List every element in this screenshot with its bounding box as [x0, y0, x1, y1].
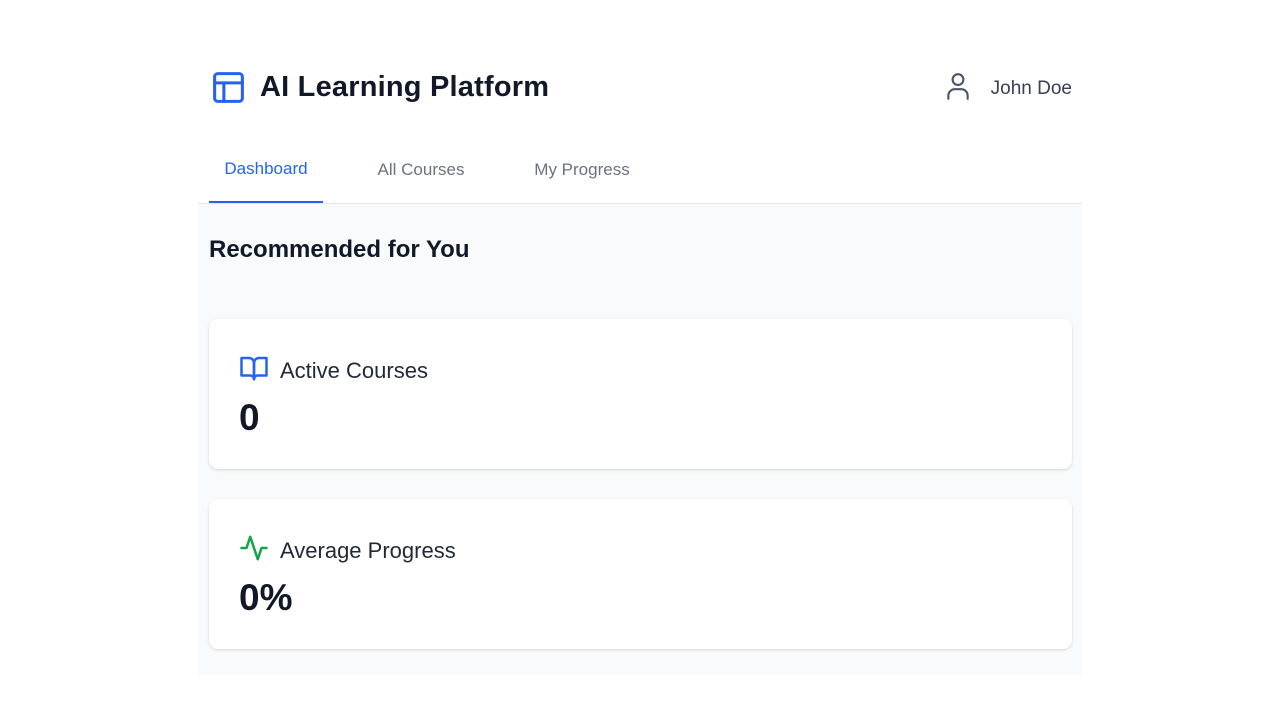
header: AI Learning Platform John Doe — [198, 0, 1082, 140]
brand[interactable]: AI Learning Platform — [210, 68, 549, 106]
tab-dashboard[interactable]: Dashboard — [209, 140, 323, 203]
section-title: Recommended for You — [209, 236, 470, 263]
app-title: AI Learning Platform — [260, 71, 550, 103]
main-content: Recommended for You Active Courses 0 Ave… — [198, 204, 1082, 675]
tab-bar: Dashboard All Courses My Progress — [198, 140, 1082, 204]
user-menu[interactable]: John Doe — [945, 71, 1072, 106]
activity-icon — [239, 533, 269, 568]
stat-value: 0 — [239, 397, 260, 438]
book-open-icon — [239, 353, 269, 388]
stat-card-active-courses: Active Courses 0 — [209, 319, 1072, 469]
stat-card-header: Active Courses — [239, 353, 428, 388]
stat-card-header: Average Progress — [239, 533, 456, 568]
layout-icon — [210, 69, 247, 106]
tab-all-courses[interactable]: All Courses — [368, 140, 474, 203]
app-container: AI Learning Platform John Doe Dashboard … — [198, 0, 1082, 675]
user-name: John Doe — [990, 77, 1072, 99]
user-icon — [945, 71, 971, 106]
stat-card-average-progress: Average Progress 0% — [209, 499, 1072, 649]
tab-my-progress[interactable]: My Progress — [524, 140, 640, 203]
stat-label: Active Courses — [280, 357, 428, 383]
stat-value: 0% — [239, 577, 293, 618]
stat-label: Average Progress — [280, 537, 456, 563]
